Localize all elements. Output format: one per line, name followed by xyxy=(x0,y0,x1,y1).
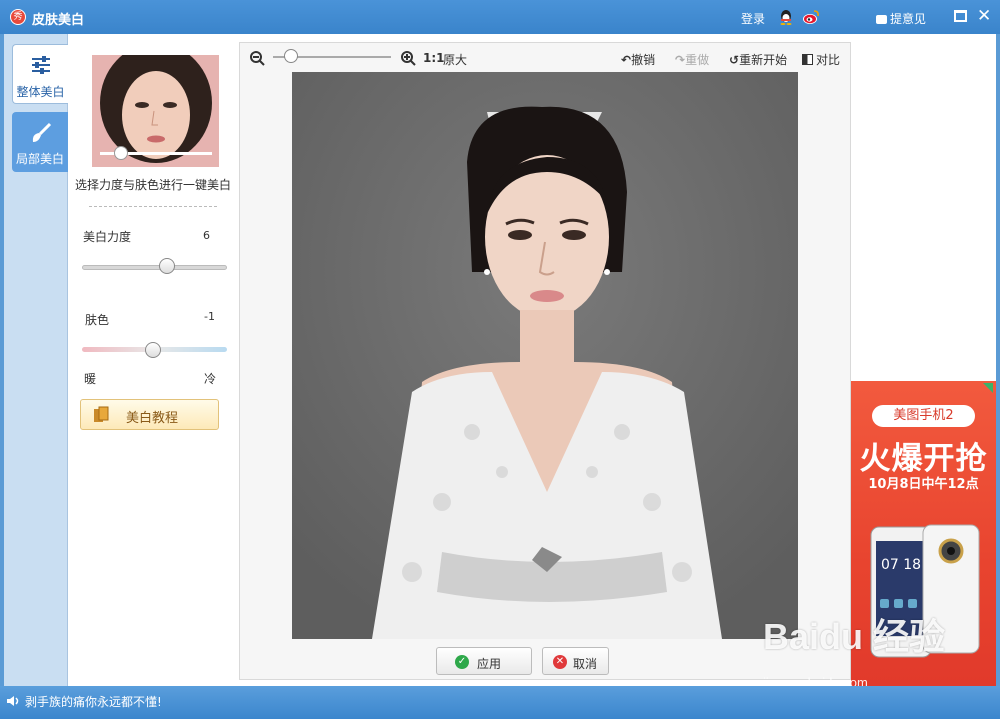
status-message[interactable]: 剥手族的痛你永远都不懂! xyxy=(25,693,162,710)
mode-tabs: 整体美白 局部美白 xyxy=(4,34,68,686)
compare-button[interactable]: 对比 xyxy=(802,51,840,68)
zoom-ratio-button[interactable]: 1:1 xyxy=(423,51,445,65)
app-logo-icon: 秀 xyxy=(10,9,26,25)
phone-clock: 07 18 xyxy=(881,557,921,573)
title-bar: 秀 皮肤美白 登录 提意见 ✕ xyxy=(0,0,1000,34)
tone-value: -1 xyxy=(204,310,215,323)
zoom-slider-knob[interactable] xyxy=(284,49,298,63)
watermark-logo: Baidu 经验 xyxy=(763,616,946,657)
ad-date: 10月8日中午12点 xyxy=(868,477,979,492)
cool-label: 冷 xyxy=(204,372,217,386)
compare-icon xyxy=(802,54,813,65)
speaker-icon xyxy=(7,696,19,706)
strength-slider[interactable] xyxy=(82,265,227,270)
undo-label: 撤销 xyxy=(631,53,656,67)
feedback-label: 提意见 xyxy=(890,12,927,26)
thumb-slider-knob[interactable] xyxy=(114,146,128,160)
cancel-button[interactable]: ✕ 取消 xyxy=(542,647,609,675)
panel-caption: 选择力度与肤色进行一键美白 xyxy=(74,178,231,192)
redo-button[interactable]: ↷重做 xyxy=(675,51,709,68)
feedback-button[interactable]: 提意见 xyxy=(876,10,926,27)
login-link[interactable]: 登录 xyxy=(741,10,765,27)
divider xyxy=(89,206,217,207)
restart-label: 重新开始 xyxy=(739,53,788,67)
undo-icon: ↶ xyxy=(621,53,632,67)
undo-button[interactable]: ↶撤销 xyxy=(621,51,655,68)
redo-label: 重做 xyxy=(685,53,710,67)
tab-local-whiten[interactable]: 局部美白 xyxy=(12,112,68,172)
status-bar: 剥手族的痛你永远都不懂! xyxy=(0,686,1000,719)
window-title: 皮肤美白 xyxy=(32,13,85,28)
cross-icon: ✕ xyxy=(553,655,567,669)
tutorial-label: 美白教程 xyxy=(126,411,179,426)
tone-slider-knob[interactable] xyxy=(145,342,161,358)
bride-portrait-image xyxy=(292,72,798,639)
check-icon: ✓ xyxy=(455,655,469,669)
tab-whole-whiten[interactable]: 整体美白 xyxy=(12,44,68,104)
settings-panel: 选择力度与肤色进行一键美白 美白力度 6 肤色 -1 暖 冷 美白教程 xyxy=(69,34,237,686)
tone-label: 肤色 xyxy=(85,313,110,327)
canvas-area: 1:1 原大 ↶撤销 ↷重做 ↺重新开始 对比 ✓ 应用 ✕ 取消 xyxy=(239,42,851,680)
warm-label: 暖 xyxy=(84,372,97,386)
sliders-icon xyxy=(32,56,50,74)
redo-icon: ↷ xyxy=(675,53,686,67)
tutorial-button[interactable]: 美白教程 xyxy=(80,399,219,430)
tab-label: 整体美白 xyxy=(16,85,65,99)
ad-product-pill: 美图手机2 xyxy=(872,405,975,427)
weibo-icon[interactable] xyxy=(802,9,820,25)
zoom-out-icon[interactable] xyxy=(249,50,265,66)
maximize-button[interactable] xyxy=(954,10,967,22)
ad-headline: 火爆开抢 xyxy=(859,441,988,477)
restart-button[interactable]: ↺重新开始 xyxy=(729,51,787,68)
preset-preview-image[interactable] xyxy=(92,55,219,167)
apply-button[interactable]: ✓ 应用 xyxy=(436,647,532,675)
restart-icon: ↺ xyxy=(729,53,740,67)
qq-icon[interactable] xyxy=(778,9,794,25)
apply-label: 应用 xyxy=(477,657,502,671)
zoom-in-icon[interactable] xyxy=(400,50,416,66)
strength-value: 6 xyxy=(203,229,210,242)
face-illustration xyxy=(92,55,219,167)
ad-close-corner-icon[interactable] xyxy=(983,383,993,393)
strength-label: 美白力度 xyxy=(83,230,132,244)
speech-bubble-icon xyxy=(876,15,887,24)
original-size-button[interactable]: 原大 xyxy=(443,51,467,68)
close-button[interactable]: ✕ xyxy=(977,6,991,26)
strength-slider-knob[interactable] xyxy=(159,258,175,274)
book-icon xyxy=(94,406,109,422)
photo-canvas[interactable] xyxy=(292,72,798,639)
brush-icon xyxy=(32,122,52,142)
tab-label: 局部美白 xyxy=(15,152,64,166)
compare-label: 对比 xyxy=(816,53,841,67)
cancel-label: 取消 xyxy=(573,657,598,671)
